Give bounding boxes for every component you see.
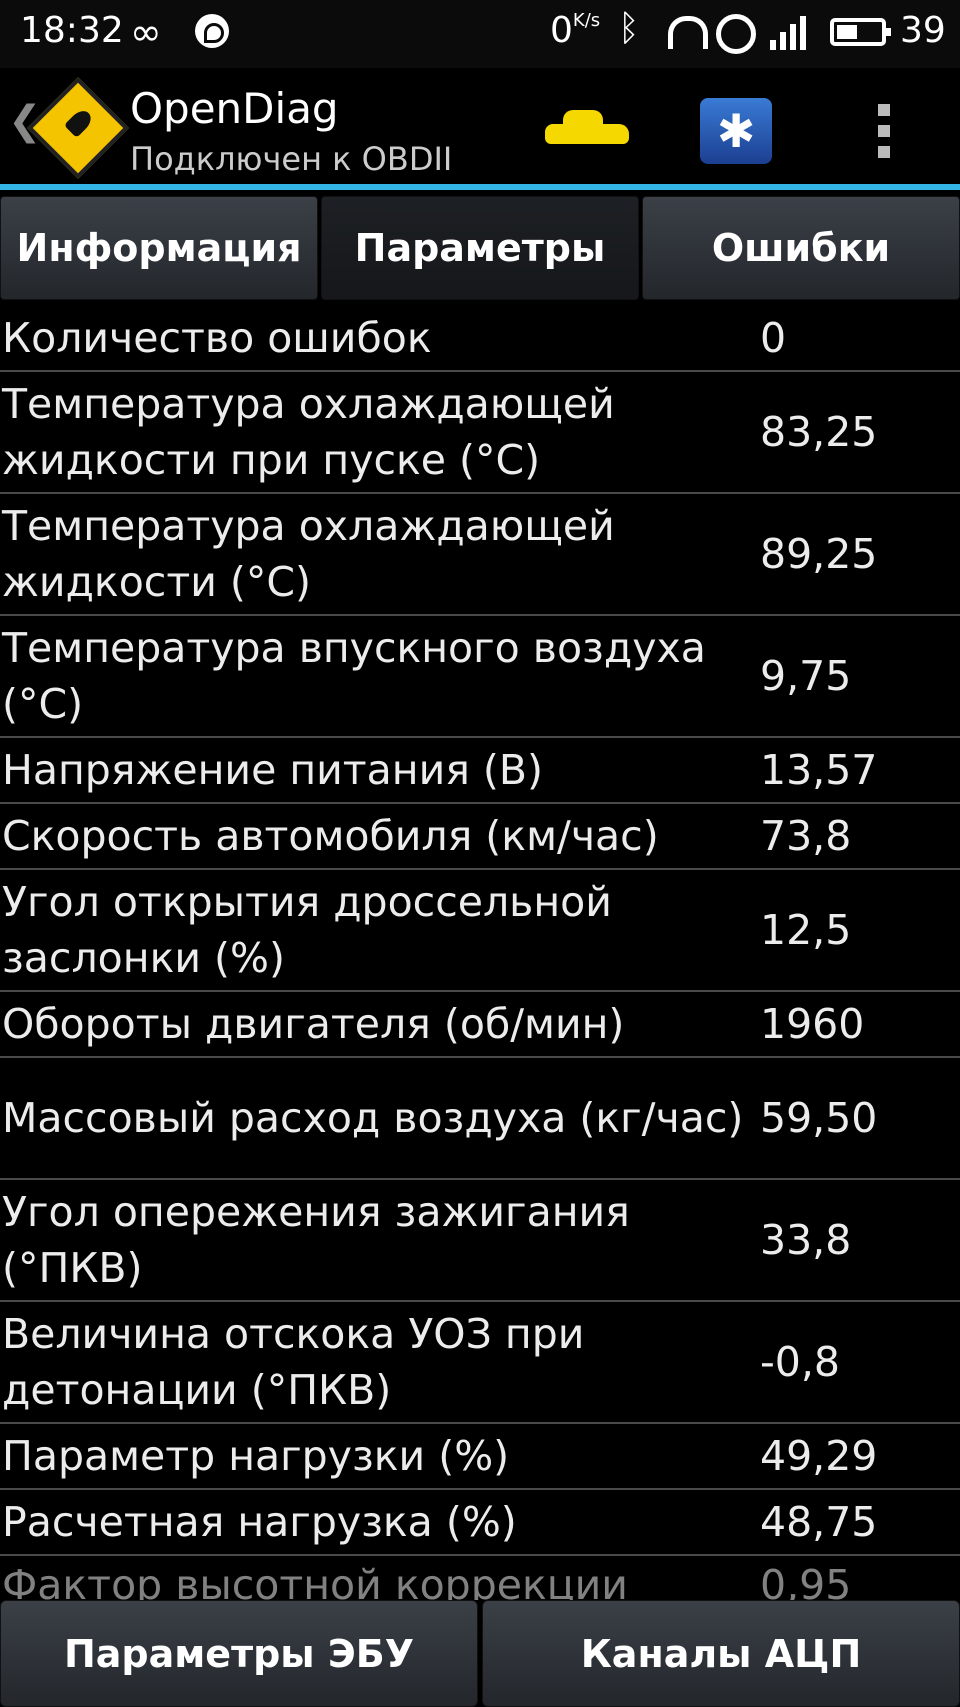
viber-icon — [195, 14, 229, 48]
table-row: Количество ошибок 0 — [0, 306, 960, 372]
tab-bar: Информация Параметры Ошибки — [0, 196, 960, 302]
app-title: OpenDiag — [130, 84, 339, 133]
adc-channels-button[interactable]: Каналы АЦП — [482, 1600, 960, 1707]
signal-icon — [770, 14, 810, 50]
table-row: Скорость автомобиля (км/час) 73,8 — [0, 804, 960, 870]
param-value: 48,75 — [760, 1498, 878, 1546]
battery-icon — [830, 18, 891, 46]
tab-errors[interactable]: Ошибки — [642, 196, 960, 300]
param-value: 49,29 — [760, 1432, 878, 1480]
table-row: Температура охлаждающей жидкости при пус… — [0, 372, 960, 494]
param-label: Параметр нагрузки (%) — [2, 1432, 510, 1480]
param-value: 12,5 — [760, 906, 852, 954]
param-label: Массовый расход воздуха (кг/час) — [2, 1094, 744, 1142]
bluetooth-status-icon: ᛒ — [618, 8, 640, 49]
table-row: Температура охлаждающей жидкости (°C) 89… — [0, 494, 960, 616]
param-value: 89,25 — [760, 530, 878, 578]
param-label: Температура охлаждающей жидкости (°C) — [2, 502, 615, 606]
table-row: Массовый расход воздуха (кг/час) 59,50 — [0, 1058, 960, 1180]
param-label: Величина отскока УОЗ при детонации (°ПКВ… — [2, 1310, 585, 1414]
param-value: 83,25 — [760, 408, 878, 456]
net-speed: 0K/s — [550, 10, 601, 51]
status-time: 18:32 — [20, 10, 124, 51]
param-value: 1960 — [760, 1000, 865, 1048]
param-value: 0,95 — [760, 1561, 852, 1600]
param-label: Угол опережения зажигания (°ПКВ) — [2, 1188, 630, 1292]
ecu-parameters-button[interactable]: Параметры ЭБУ — [0, 1600, 478, 1707]
tab-information[interactable]: Информация — [0, 196, 318, 300]
param-label: Угол открытия дроссельной заслонки (%) — [2, 878, 612, 982]
param-value: 59,50 — [760, 1094, 878, 1142]
tab-parameters[interactable]: Параметры — [321, 196, 639, 300]
param-label: Фактор высотной коррекции — [2, 1561, 628, 1600]
param-label: Расчетная нагрузка (%) — [2, 1498, 517, 1546]
infinity-icon: ∞ — [130, 10, 162, 54]
parameter-list[interactable]: Количество ошибок 0 Температура охлаждаю… — [0, 306, 960, 1600]
connection-status: Подключен к OBDII — [130, 140, 453, 178]
param-value: 9,75 — [760, 652, 852, 700]
table-row: Расчетная нагрузка (%) 48,75 — [0, 1490, 960, 1556]
battery-percent: 39 — [900, 10, 946, 51]
action-bar: ❮ OpenDiag Подключен к OBDII ✱ — [0, 68, 960, 190]
table-row: Угол открытия дроссельной заслонки (%) 1… — [0, 870, 960, 992]
param-value: -0,8 — [760, 1338, 840, 1386]
table-row: Параметр нагрузки (%) 49,29 — [0, 1424, 960, 1490]
param-value: 0 — [760, 314, 787, 362]
app-logo-icon[interactable] — [27, 77, 129, 179]
alarm-icon — [716, 14, 756, 54]
param-label: Напряжение питания (В) — [2, 746, 544, 794]
overflow-menu-icon[interactable] — [878, 104, 890, 158]
bluetooth-button-icon[interactable]: ✱ — [700, 98, 772, 164]
param-label: Температура охлаждающей жидкости при пус… — [2, 380, 615, 484]
table-row: Обороты двигателя (об/мин) 1960 — [0, 992, 960, 1058]
status-bar: 18:32 ∞ 0K/s ᛒ 39 — [0, 0, 960, 68]
param-value: 33,8 — [760, 1216, 852, 1264]
table-row: Величина отскока УОЗ при детонации (°ПКВ… — [0, 1302, 960, 1424]
headphones-icon — [668, 16, 708, 49]
bottom-button-bar: Параметры ЭБУ Каналы АЦП — [0, 1600, 960, 1707]
param-label: Обороты двигателя (об/мин) — [2, 1000, 625, 1048]
param-label: Количество ошибок — [2, 314, 432, 362]
param-label: Скорость автомобиля (км/час) — [2, 812, 659, 860]
table-row: Температура впускного воздуха (°C) 9,75 — [0, 616, 960, 738]
table-row: Угол опережения зажигания (°ПКВ) 33,8 — [0, 1180, 960, 1302]
param-label: Температура впускного воздуха (°C) — [2, 624, 706, 728]
car-icon[interactable] — [545, 110, 629, 144]
param-value: 73,8 — [760, 812, 852, 860]
table-row: Напряжение питания (В) 13,57 — [0, 738, 960, 804]
table-row: Фактор высотной коррекции 0,95 — [0, 1556, 960, 1600]
param-value: 13,57 — [760, 746, 878, 794]
